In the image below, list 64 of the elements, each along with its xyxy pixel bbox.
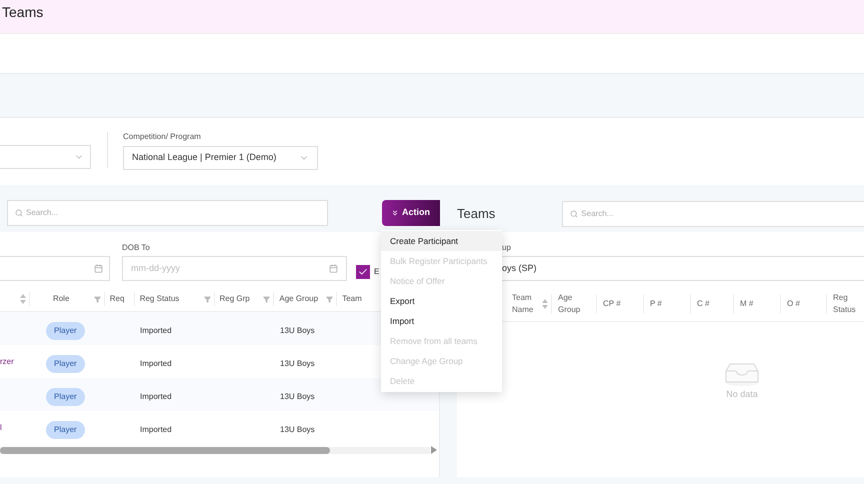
menu-item[interactable]: Import bbox=[381, 311, 502, 331]
sort-icon[interactable] bbox=[20, 294, 26, 304]
age-group: 13U Boys bbox=[280, 358, 315, 368]
filter-icon[interactable] bbox=[263, 296, 270, 302]
reg-status: Imported bbox=[140, 424, 172, 434]
scrollbar-thumb[interactable] bbox=[0, 446, 330, 454]
field-label: Competition/ Program bbox=[123, 131, 202, 143]
filter-icon[interactable] bbox=[204, 296, 211, 302]
calendar-icon bbox=[329, 264, 338, 273]
action-button[interactable]: Action bbox=[382, 200, 440, 226]
column-header: Req bbox=[110, 293, 124, 305]
role-badge: Player bbox=[46, 354, 85, 372]
column-header: Age Group bbox=[558, 292, 582, 316]
filter-icon[interactable] bbox=[326, 296, 334, 302]
search-field[interactable]: Search... bbox=[7, 200, 328, 226]
date-field[interactable] bbox=[0, 256, 110, 281]
menu-item[interactable]: Export bbox=[381, 291, 502, 311]
role-badge: Player bbox=[46, 388, 85, 406]
menu-item[interactable]: Create Participant bbox=[381, 231, 502, 251]
search-input[interactable]: Search... bbox=[26, 207, 320, 219]
column-header: CP # bbox=[603, 298, 622, 310]
column-header: P # bbox=[650, 298, 663, 310]
double-chevron-icon bbox=[391, 209, 399, 217]
participant-name[interactable]: rzer bbox=[0, 356, 14, 366]
page-title: Teams bbox=[2, 3, 44, 22]
column-header: M # bbox=[740, 298, 754, 310]
search-icon bbox=[15, 209, 23, 217]
checkbox-label: E bbox=[374, 266, 380, 278]
column-header: O # bbox=[787, 298, 801, 310]
age-group: 13U Boys bbox=[280, 326, 315, 334]
filter-icon[interactable] bbox=[94, 296, 101, 302]
date-field[interactable]: mm-dd-yyyy bbox=[122, 256, 347, 281]
check-icon bbox=[358, 267, 368, 277]
age-group: 13U Boys bbox=[280, 424, 315, 434]
competition-select[interactable]: National League | Premier 1 (Demo) bbox=[123, 146, 318, 170]
search-field[interactable]: Search... bbox=[562, 200, 864, 226]
empty-inbox-icon bbox=[725, 362, 759, 386]
sort-icon[interactable] bbox=[542, 299, 548, 309]
reg-status: Imported bbox=[140, 358, 172, 368]
filter-select[interactable] bbox=[0, 145, 91, 169]
panel-title: Teams bbox=[457, 204, 496, 223]
field-label: DOB To bbox=[122, 242, 151, 254]
age-group-select[interactable]: oys (SP) bbox=[502, 256, 864, 281]
search-input[interactable]: Search... bbox=[581, 208, 860, 220]
calendar-icon bbox=[94, 264, 103, 273]
column-header: C # bbox=[697, 298, 710, 310]
column-header: Role bbox=[52, 293, 70, 305]
role-badge: Player bbox=[46, 322, 85, 340]
empty-text: No data bbox=[726, 388, 758, 401]
field-label: up bbox=[502, 242, 512, 254]
search-icon bbox=[570, 210, 578, 218]
column-header: Age Group bbox=[279, 293, 318, 305]
participant-name[interactable]: l bbox=[0, 422, 2, 432]
column-header: Team Name bbox=[512, 292, 534, 316]
date-input[interactable]: mm-dd-yyyy bbox=[131, 262, 281, 276]
age-group: 13U Boys bbox=[280, 392, 315, 400]
column-header: Reg Grp bbox=[220, 293, 250, 305]
column-header: Reg Status bbox=[833, 292, 857, 316]
column-header: Team bbox=[342, 293, 362, 305]
checkbox[interactable] bbox=[356, 265, 370, 279]
column-header: Reg Status bbox=[140, 293, 180, 305]
reg-status: Imported bbox=[140, 392, 172, 400]
role-badge: Player bbox=[46, 420, 85, 438]
reg-status: Imported bbox=[140, 326, 172, 334]
